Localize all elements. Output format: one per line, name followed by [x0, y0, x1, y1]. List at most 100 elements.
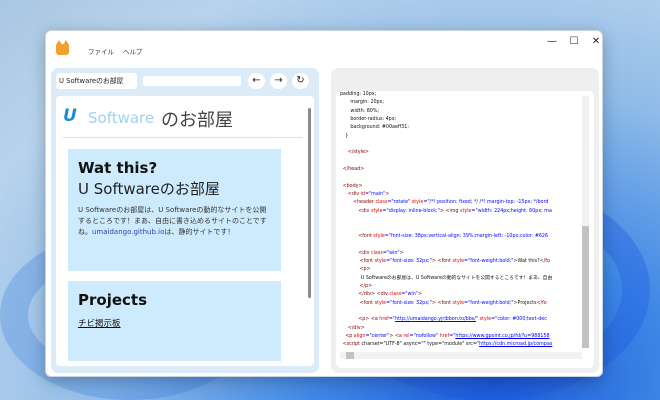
code-token: style: [370, 208, 383, 214]
code-token: U Softwareのお部屋は、U Softwareの動的なサイトを公開するとこ…: [360, 275, 553, 281]
source-view: padding: 10px; margin: 20px; width: 80%;…: [336, 91, 594, 368]
code-token: background: #00aeff31;: [350, 125, 409, 131]
logo-text: Software: [88, 109, 155, 127]
page-scrollbar[interactable]: [308, 108, 311, 298]
divider: [63, 137, 303, 138]
code-token: <div: [358, 208, 371, 214]
code-token: style: [452, 258, 465, 264]
code-token: <p> <a: [358, 317, 380, 323]
code-token: <script: [342, 342, 362, 348]
code-token: style: [411, 200, 424, 206]
code-token: https://cdn.microad.jp/compas: [479, 342, 553, 348]
code-token: style: [479, 317, 492, 323]
code-line: }: [340, 133, 578, 141]
code-token: </fo: [536, 300, 547, 306]
about-card: Wat this? U Softwareのお部屋 U Softwareのお部屋は…: [68, 149, 281, 271]
about-text-part: は、静的サイトです！: [164, 228, 235, 236]
code-token: ="display: inline-block;": [382, 208, 440, 214]
code-line: <div id="main">: [340, 191, 578, 199]
code-token: width: 80%;: [350, 108, 380, 114]
code-token: <div: [358, 250, 371, 256]
code-line: </p>: [340, 283, 578, 291]
code-line: <font style="font-size: 32px;"> <font st…: [340, 300, 578, 308]
code-token: ="font-weight:bold;": [464, 258, 514, 264]
projects-card: Projects チビ掲示板: [68, 281, 281, 361]
menu-help[interactable]: ヘルプ: [123, 48, 143, 56]
code-token: ="/*! position: fixed; */ /*! margin-top…: [423, 200, 549, 206]
code-token: <header: [353, 200, 376, 206]
code-token: ="font-size: 32px;": [386, 300, 432, 306]
code-token: class: [375, 200, 388, 206]
source-horizontal-thumb[interactable]: [346, 352, 354, 359]
code-token: <font: [359, 300, 375, 306]
code-token: }: [345, 133, 349, 139]
code-line: <script charset="UTF-8" async="" type="m…: [340, 341, 578, 349]
web-view: U Software のお部屋 Wat this? U Softwareのお部屋…: [56, 96, 314, 366]
code-line: background: #00aeff31;: [340, 124, 578, 132]
code-token: http://umaidango.yjribbon.to/bbs/: [395, 317, 476, 323]
forward-button[interactable]: →: [270, 73, 287, 89]
logo-mark: U: [63, 106, 77, 126]
code-token: border-radius: 4px;: [350, 117, 397, 123]
code-line: margin: 20px;: [340, 99, 578, 107]
code-line: U Softwareのお部屋は、U Softwareの動的なサイトを公開するとこ…: [340, 275, 578, 283]
code-token: >: [418, 292, 423, 298]
chibi-bbs-link[interactable]: チビ掲示板: [78, 317, 121, 329]
code-token: margin: 20px;: [350, 100, 385, 106]
code-line: </head>: [340, 166, 578, 174]
code-token: ="win": [401, 292, 419, 298]
code-line: <header class="rotate" style="/*! positi…: [340, 199, 578, 207]
code-token: > <a: [389, 333, 404, 339]
code-line: width: 80%;: [340, 108, 578, 116]
code-token: <font: [358, 233, 374, 239]
about-heading: Wat this?: [78, 159, 158, 177]
url-input[interactable]: [143, 76, 241, 86]
code-line: <p> <a href="http://umaidango.yjribbon.t…: [340, 316, 578, 324]
source-panel: padding: 10px; margin: 20px; width: 80%;…: [331, 68, 599, 373]
close-button[interactable]: ✕: [586, 35, 606, 49]
code-line: </div> <div class="win">: [340, 291, 578, 299]
code-token: href: [439, 333, 450, 339]
about-subheading: U Softwareのお部屋: [78, 180, 220, 198]
minimize-button[interactable]: —: [542, 35, 562, 49]
code-line: padding: 10px;: [340, 91, 578, 99]
source-vertical-thumb[interactable]: [582, 226, 589, 348]
source-horizontal-scrollbar[interactable]: [340, 352, 582, 359]
code-token: style: [374, 300, 387, 306]
code-token: Wat this?: [517, 258, 540, 264]
site-title: のお部屋: [161, 110, 233, 131]
code-token: </style>: [347, 150, 369, 156]
code-line: border-radius: 4px;: [340, 116, 578, 124]
menu-file[interactable]: ファイル: [88, 48, 114, 56]
code-token: </fo: [539, 258, 550, 264]
code-token: > <font: [431, 300, 453, 306]
code-token: padding: 10px;: [340, 92, 377, 97]
code-token: >: [399, 250, 404, 256]
code-token: >: [385, 192, 390, 198]
code-token: ="main": [364, 192, 386, 198]
about-text: U Softwareのお部屋は、U Softwareの動的なサイトを公開するとこ…: [78, 205, 271, 238]
github-link[interactable]: umaidango.github.io: [92, 228, 164, 236]
code-token: href: [379, 317, 389, 323]
code-token: > <img: [439, 208, 460, 214]
reload-button[interactable]: ↻: [292, 73, 309, 89]
code-line: <div style="display: inline-block;"> <im…: [340, 208, 578, 216]
code-token: ="nofollow": [409, 333, 440, 339]
code-line: <div class="win">: [340, 250, 578, 258]
code-line: <p>: [340, 266, 578, 274]
projects-heading: Projects: [78, 291, 148, 309]
code-token: </div>: [347, 325, 365, 331]
code-token: style: [452, 300, 465, 306]
maximize-button[interactable]: ☐: [564, 35, 584, 49]
menu-bar: ファイル ヘルプ: [88, 46, 152, 56]
code-token: </head>: [342, 167, 365, 173]
code-token: style: [374, 258, 387, 264]
back-button[interactable]: ←: [248, 73, 265, 89]
code-token: align: [353, 333, 366, 339]
